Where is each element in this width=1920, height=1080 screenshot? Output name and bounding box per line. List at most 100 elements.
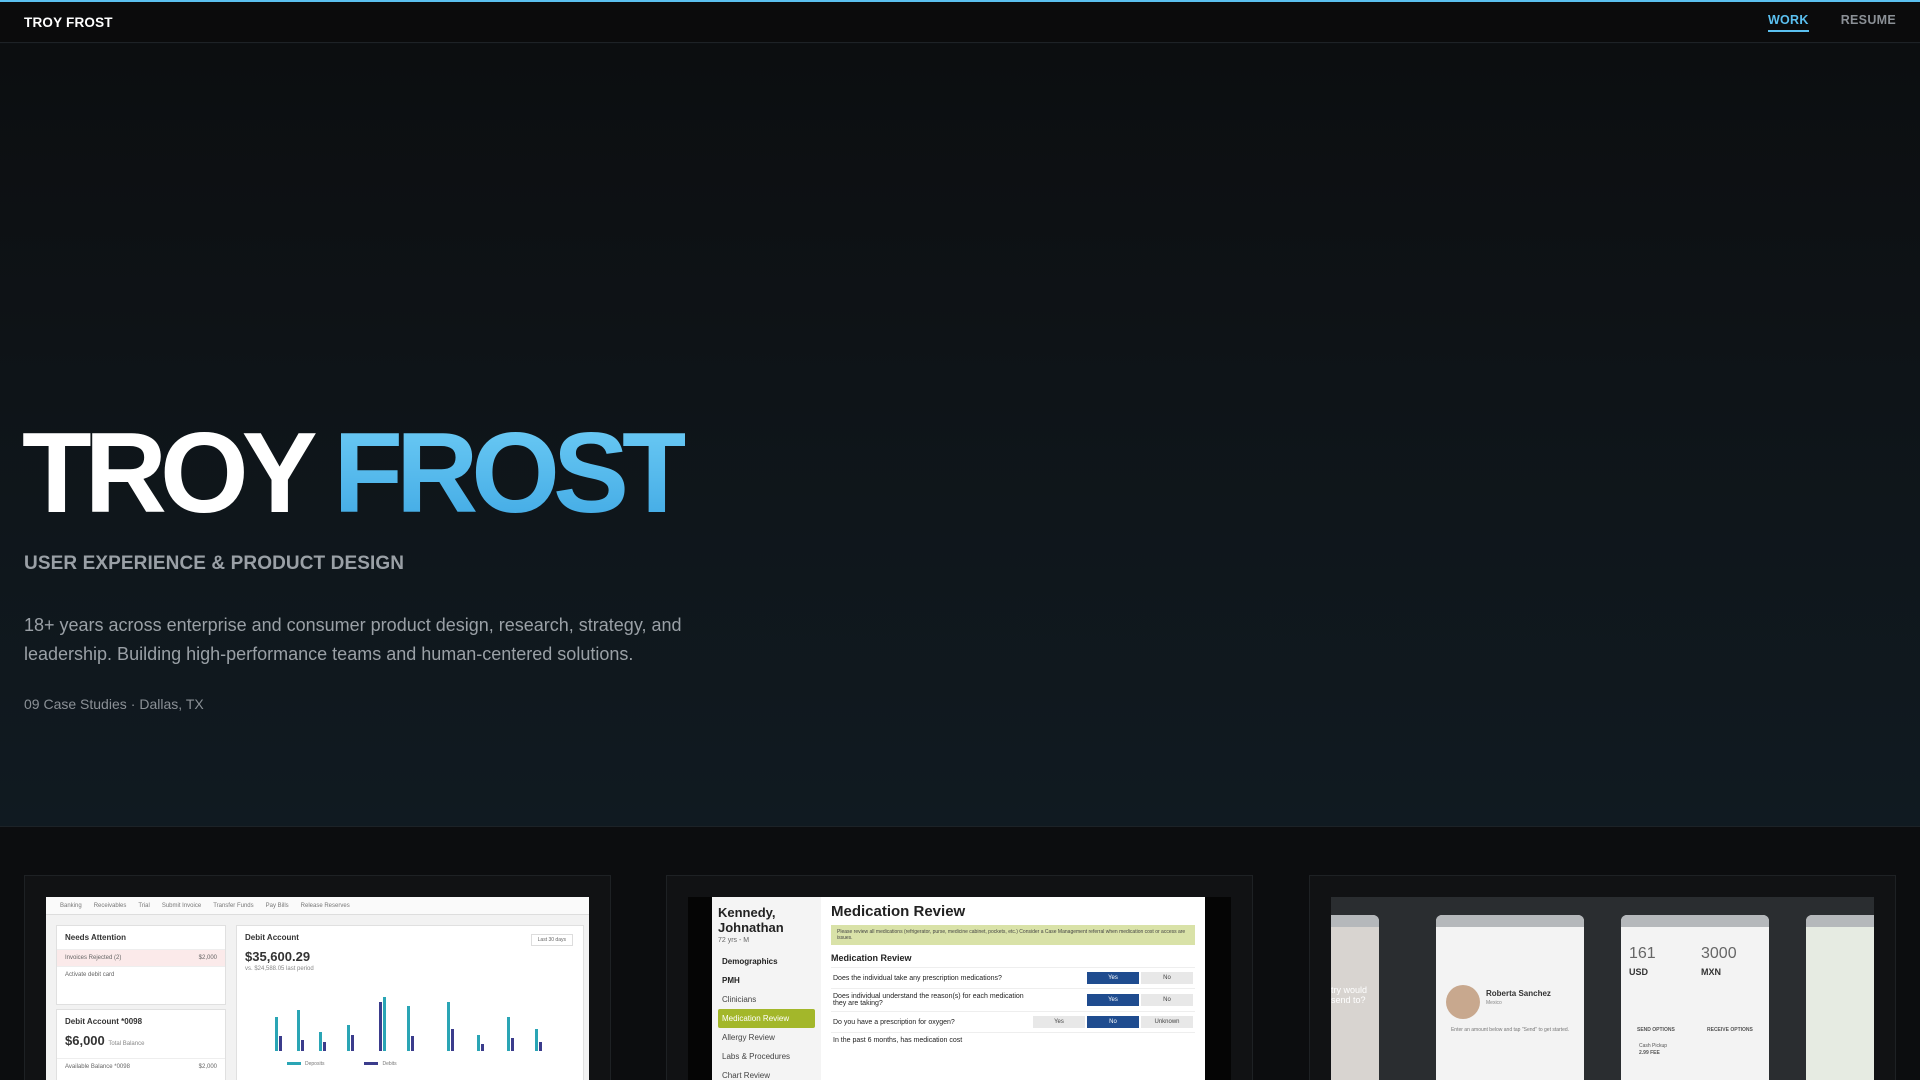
hero-description: 18+ years across enterprise and consumer… xyxy=(24,615,682,664)
question-text: Do you have a prescription for oxygen? xyxy=(833,1018,955,1026)
debit-account-panel: Debit Account *0098 $6,000 Total Balance… xyxy=(56,1009,226,1080)
chart-bar xyxy=(411,1036,414,1051)
banking-tab: Pay Bills xyxy=(265,903,289,909)
chart-bar xyxy=(379,1002,382,1051)
receive-options-label: RECEIVE OPTIONS xyxy=(1707,1027,1753,1033)
contact-prompt: Enter an amount below and tap "Send" to … xyxy=(1450,1027,1570,1033)
chart-bar xyxy=(301,1039,304,1051)
banking-tab: Release Reserves xyxy=(300,903,350,909)
available-label: Available Balance *0098 xyxy=(65,1064,130,1070)
question-row: Do you have a prescription for oxygen? Y… xyxy=(831,1011,1195,1032)
option-yes: Yes xyxy=(1033,1016,1085,1028)
chart-bar xyxy=(477,1034,480,1051)
question-text: In the past 6 months, has medication cos… xyxy=(833,1037,963,1044)
medication-note: Please review all medications (refrigera… xyxy=(831,925,1195,945)
chart-bar xyxy=(351,1034,354,1051)
banking-tab: Transfer Funds xyxy=(213,903,254,909)
cash-pickup-option: Cash Pickup xyxy=(1639,1043,1668,1049)
medication-main: Medication Review Please review all medi… xyxy=(821,897,1205,1080)
question-row: Does individual understand the reason(s)… xyxy=(831,988,1195,1011)
top-navigation-bar: TROY FROST WORK RESUME xyxy=(0,2,1920,43)
contact-location: Mexico xyxy=(1486,1000,1502,1006)
brand-logo-text[interactable]: TROY FROST xyxy=(24,15,113,30)
send-amount: 161 xyxy=(1629,945,1656,962)
nav-work-link[interactable]: WORK xyxy=(1767,13,1809,32)
chart-bar xyxy=(511,1037,514,1051)
debit-chart-panel: Debit Account $35,600.29 vs. $24,588.05 … xyxy=(236,925,584,1080)
chart-bar xyxy=(481,1043,484,1051)
patient-sidebar: Kennedy, Johnathan 72 yrs - M Demographi… xyxy=(712,897,821,1080)
phone-status-bar xyxy=(1331,915,1379,927)
fee-label: 2.99 FEE xyxy=(1639,1050,1660,1056)
intro-prompt: try would send to? xyxy=(1331,985,1368,1005)
hero-section: TROY FROST USER EXPERIENCE & PRODUCT DES… xyxy=(0,44,1920,827)
sidebar-item-demographics: Demographics xyxy=(722,957,778,966)
chart-bar xyxy=(407,1006,410,1051)
banking-tab: Submit Invoice xyxy=(161,903,202,909)
question-row: In the past 6 months, has medication cos… xyxy=(831,1032,1195,1048)
question-text: Does the individual take any prescriptio… xyxy=(833,974,1002,982)
answer-options: Yes No xyxy=(1087,972,1193,984)
chart-range-select: Last 30 days xyxy=(530,934,573,946)
case-study-card-healthcare[interactable]: Kennedy, Johnathan 72 yrs - M Demographi… xyxy=(666,875,1253,1080)
debit-account-title: Debit Account *0098 xyxy=(65,1017,143,1026)
case-study-grid: Banking Receivables Trial Submit Invoice… xyxy=(0,827,1920,1080)
chart-bar xyxy=(347,1024,350,1051)
legend-deposits: Deposits xyxy=(287,1061,324,1067)
phone-screen-intro: try would send to? xyxy=(1331,915,1379,1080)
medication-review-thumbnail: Kennedy, Johnathan 72 yrs - M Demographi… xyxy=(688,897,1231,1080)
hero-title: TROY FROST xyxy=(22,417,692,531)
chart-bar xyxy=(507,1017,510,1051)
option-no: No xyxy=(1141,994,1193,1006)
case-study-card-banking[interactable]: Banking Receivables Trial Submit Invoice… xyxy=(24,875,611,1080)
receive-currency: MXN xyxy=(1701,967,1721,977)
chart-bar xyxy=(539,1042,542,1051)
medication-section-title: Medication Review xyxy=(831,953,912,963)
debit-amount-value: $6,000 xyxy=(65,1033,105,1048)
receive-amount: 3000 xyxy=(1701,945,1737,962)
question-text: Does individual understand the reason(s)… xyxy=(833,993,1024,1007)
sidebar-item-labs: Labs & Procedures xyxy=(722,1052,791,1061)
option-no: No xyxy=(1141,972,1193,984)
sidebar-item-medication-review: Medication Review xyxy=(718,1009,815,1028)
sidebar-item-clinicians: Clinicians xyxy=(722,995,757,1004)
phone-screen-map xyxy=(1806,915,1874,1080)
send-currency: USD xyxy=(1629,967,1649,977)
phone-status-bar xyxy=(1621,915,1769,927)
phone-status-bar xyxy=(1806,915,1874,927)
question-row: Does the individual take any prescriptio… xyxy=(831,967,1195,988)
phone-screen-contact: Roberta Sanchez Mexico Enter an amount b… xyxy=(1436,915,1584,1080)
needs-attention-panel: Needs Attention Invoices Rejected (2) $2… xyxy=(56,925,226,1005)
chart-bar xyxy=(447,1002,450,1051)
option-yes: Yes xyxy=(1087,994,1139,1006)
hero-title-first: TROY xyxy=(22,410,316,537)
nav-resume-link[interactable]: RESUME xyxy=(1841,13,1896,32)
attention-row-label: Activate debit card xyxy=(65,972,115,978)
patient-info: 72 yrs - M xyxy=(718,937,750,944)
sidebar-item-allergy-review: Allergy Review xyxy=(722,1033,775,1042)
banking-tab: Trial xyxy=(138,903,150,909)
attention-row-label: Invoices Rejected (2) xyxy=(65,955,122,961)
send-options-label: SEND OPTIONS xyxy=(1637,1027,1675,1033)
bar-chart xyxy=(267,976,567,1051)
chart-legend: Deposits Debits xyxy=(287,1061,397,1067)
tablet-screen: Kennedy, Johnathan 72 yrs - M Demographi… xyxy=(712,897,1205,1080)
hero-subtitle: USER EXPERIENCE & PRODUCT DESIGN xyxy=(24,553,405,574)
main-nav: WORK RESUME xyxy=(1767,13,1896,32)
chart-bar xyxy=(383,997,386,1051)
location-text: Dallas, TX xyxy=(139,696,204,712)
chart-bar xyxy=(323,1042,326,1051)
needs-attention-title: Needs Attention xyxy=(65,933,127,942)
answer-options: Yes No xyxy=(1087,994,1193,1006)
patient-name: Kennedy, Johnathan xyxy=(718,905,784,935)
attention-row-value: $2,000 xyxy=(198,955,217,961)
option-yes: Yes xyxy=(1087,972,1139,984)
case-study-card-money-transfer[interactable]: try would send to? Roberta Sanchez Mexic… xyxy=(1309,875,1896,1080)
contact-avatar xyxy=(1446,985,1480,1019)
available-balance-row: Available Balance *0098 $2,000 xyxy=(57,1058,225,1075)
banking-tab: Banking xyxy=(60,903,82,909)
attention-row: Activate debit card xyxy=(57,966,225,983)
debit-amount-sub: Total Balance xyxy=(108,1041,145,1047)
phone-status-bar xyxy=(1436,915,1584,927)
chart-bar xyxy=(451,1028,454,1051)
